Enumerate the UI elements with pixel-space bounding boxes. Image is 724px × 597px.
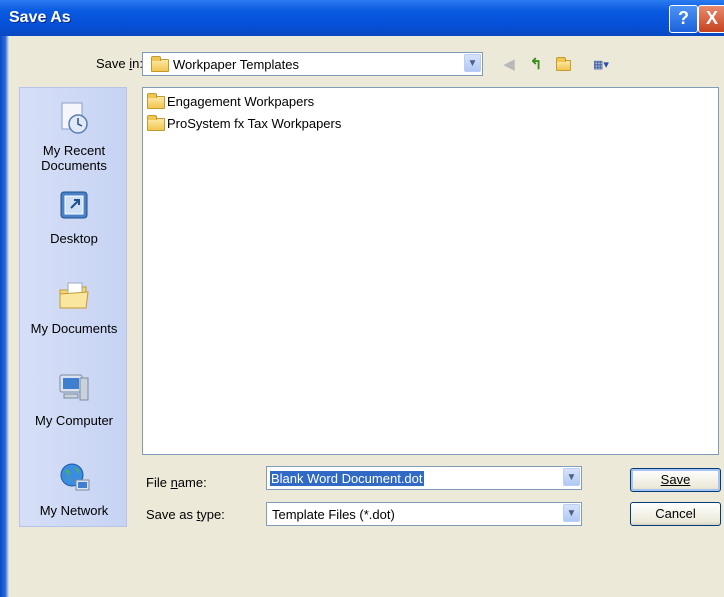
window-title: Save As <box>9 9 71 26</box>
cancel-button[interactable]: Cancel <box>630 502 721 526</box>
places-label: My Network <box>39 503 109 518</box>
save-in-label: Save in: <box>96 56 143 71</box>
folder-icon <box>147 115 165 131</box>
my-documents-icon <box>59 282 89 309</box>
views-menu-icon[interactable]: ▦▾ <box>587 56 615 74</box>
places-item-my-documents[interactable]: My Documents <box>20 278 128 336</box>
back-icon[interactable]: ◀ <box>500 56 518 74</box>
close-icon: X <box>705 8 718 28</box>
file-name: ProSystem fx Tax Workpapers <box>167 116 342 131</box>
chevron-down-icon[interactable]: ▼ <box>563 504 580 522</box>
save-as-type-value: Template Files (*.dot) <box>272 507 395 522</box>
up-folder-icon[interactable]: ↰ <box>527 56 545 74</box>
save-in-value: Workpaper Templates <box>173 57 299 72</box>
cancel-button-label: Cancel <box>655 506 696 521</box>
save-as-type-select[interactable]: Template Files (*.dot) ▼ <box>266 502 582 526</box>
places-item-my-computer[interactable]: My Computer <box>20 370 128 428</box>
desktop-icon <box>60 191 88 219</box>
file-name: Engagement Workpapers <box>167 94 315 109</box>
file-list[interactable]: Engagement Workpapers ProSystem fx Tax W… <box>142 87 719 455</box>
file-name-label: File name: <box>146 475 207 490</box>
window-frame-edge <box>0 36 9 597</box>
new-folder-icon[interactable] <box>555 56 573 74</box>
help-icon: ? <box>678 8 689 28</box>
my-network-icon <box>60 463 90 491</box>
save-button[interactable]: Save <box>630 468 721 492</box>
places-label: My Recent <box>42 143 106 158</box>
folder-icon <box>147 93 165 109</box>
places-item-my-network[interactable]: My Network <box>20 460 128 518</box>
help-button[interactable]: ? <box>669 5 698 33</box>
folder-icon <box>151 56 169 72</box>
close-button[interactable]: X <box>698 5 724 33</box>
save-as-dialog: Save As ? X Save in: Workpaper Templates… <box>0 0 724 597</box>
chevron-down-icon[interactable]: ▼ <box>563 468 580 486</box>
places-label: Documents <box>41 158 107 173</box>
places-bar: My Recent Documents Desktop My Documents <box>19 87 127 527</box>
recent-documents-icon <box>61 102 88 134</box>
save-button-label: Save <box>660 472 691 487</box>
places-item-my-recent-documents[interactable]: My Recent Documents <box>20 100 128 173</box>
save-in-combobox[interactable]: Workpaper Templates ▼ <box>142 52 483 76</box>
file-name-input[interactable]: Blank Word Document.dot ▼ <box>266 466 582 490</box>
chevron-down-icon[interactable]: ▼ <box>464 54 481 72</box>
my-computer-icon <box>59 374 89 401</box>
file-name-value: Blank Word Document.dot <box>270 471 424 486</box>
places-label: Desktop <box>50 231 98 246</box>
title-bar[interactable]: Save As ? X <box>0 0 724 36</box>
places-label: My Documents <box>30 321 118 336</box>
places-label: My Computer <box>34 413 114 428</box>
save-as-type-label: Save as type: <box>146 507 225 522</box>
places-item-desktop[interactable]: Desktop <box>20 188 128 246</box>
